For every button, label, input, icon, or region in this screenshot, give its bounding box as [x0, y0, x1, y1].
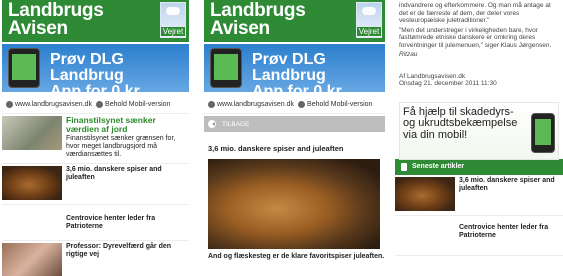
weather-label: Vejret: [357, 27, 381, 36]
list-item[interactable]: 3,6 mio. danskere spiser and juleaften: [395, 175, 563, 216]
ad-text: Prøv DLG Landbrug App for 0 kr.: [50, 51, 144, 100]
article-source: Ritzau: [399, 51, 418, 58]
cloud-icon: [362, 7, 376, 15]
back-button[interactable]: TILBAGE: [204, 116, 385, 132]
arrow-right-icon: [6, 101, 13, 108]
back-arrow-icon: [208, 120, 216, 128]
weather-button[interactable]: Vejret: [160, 2, 186, 38]
article-body: indvandrere og efterkommere. Og man må a…: [395, 0, 563, 59]
article-title: Centrovice henter leder fra Patrioterne: [459, 223, 549, 239]
screen-article-detail: Landbrugs Avisen Vejret Prøv DLG Landbrug…: [204, 0, 385, 276]
logo-line2: Avisen: [8, 18, 68, 39]
mobile-version-link[interactable]: Behold Mobil-version: [298, 101, 372, 108]
article-title: Professor: Dyrevelfærd går den rigtige v…: [66, 243, 172, 258]
article-headline: 3,6 mio. danskere spiser and juleaften: [208, 144, 344, 153]
ad-text: Få hjælp til skadedyrs- og ukrudtsbekæmp…: [403, 105, 518, 141]
ad-banner-pest[interactable]: Få hjælp til skadedyrs- og ukrudtsbekæmp…: [399, 101, 559, 160]
site-logo[interactable]: Landbrugs Avisen: [210, 1, 306, 38]
publish-date: Onsdag 21. december 2011 11:30: [399, 80, 497, 87]
article-meta: Af Landbrugsavisen.dk Onsdag 21. decembe…: [399, 73, 559, 88]
article-title: 3,6 mio. danskere spiser and juleaften: [459, 176, 555, 192]
arrow-right-icon: [208, 101, 215, 108]
site-link[interactable]: www.landbrugsavisen.dk: [208, 101, 294, 108]
article-thumbnail: [2, 116, 62, 150]
arrow-right-icon: [298, 101, 306, 108]
list-item[interactable]: Professor: Dyrevelfærd går den rigtige v…: [2, 241, 189, 276]
site-link[interactable]: www.landbrugsavisen.dk: [6, 101, 92, 108]
weather-button[interactable]: Vejret: [356, 2, 382, 38]
phone-icon: [531, 112, 555, 153]
byline: Af Landbrugsavisen.dk: [399, 72, 466, 80]
article-thumbnail: [2, 166, 62, 200]
article-title: 3,6 mio. danskere spiser and juleaften: [66, 166, 162, 181]
mobile-version-link[interactable]: Behold Mobil-version: [96, 101, 170, 108]
article-lead: And og flæskesteg er de klare favoritspi…: [208, 253, 385, 260]
article-title: Finanstilsynet sænker værdien af jord: [66, 115, 156, 134]
article-image: [208, 159, 380, 249]
header: Landbrugs Avisen Vejret: [2, 0, 189, 42]
screen-article-list: Landbrugs Avisen Vejret Prøv DLG Landbru…: [2, 0, 189, 276]
phone-icon: [8, 48, 40, 88]
document-icon: [401, 162, 407, 171]
list-item[interactable]: 3,6 mio. danskere spiser and juleaften: [2, 164, 189, 205]
arrow-right-icon: [96, 101, 104, 108]
ad-text: Prøv DLG Landbrug App for 0 kr.: [252, 51, 346, 100]
ad-banner[interactable]: Prøv DLG Landbrug App for 0 kr.: [2, 44, 189, 100]
back-label: TILBAGE: [222, 120, 250, 128]
article-title: Centrovice henter leder fra Patrioterne: [66, 215, 156, 230]
body-paragraph: "Men det understreger i virkeligheden ba…: [399, 26, 552, 49]
header: Landbrugs Avisen Vejret: [204, 0, 385, 42]
list-item[interactable]: Finanstilsynet sænker værdien af jord Fi…: [2, 114, 189, 164]
article-thumbnail: [2, 243, 62, 276]
list-item[interactable]: Centrovice henter leder fra Patrioterne: [2, 205, 189, 241]
latest-articles-header: Seneste artikler: [395, 158, 563, 175]
site-logo[interactable]: Landbrugs Avisen: [8, 1, 104, 39]
article-summary: Finanstilsynet sænker grænsen for, hvor …: [66, 135, 176, 158]
body-paragraph: indvandrere og efterkommere. Og man må a…: [399, 2, 551, 24]
screen-article-bottom: indvandrere og efterkommere. Og man må a…: [395, 0, 563, 276]
phone-icon: [210, 48, 242, 88]
ad-banner[interactable]: Prøv DLG Landbrug App for 0 kr.: [204, 44, 385, 100]
article-thumbnail: [395, 176, 455, 211]
list-item[interactable]: Centrovice henter leder fra Patrioterne: [395, 216, 563, 256]
latest-articles-label: Seneste artikler: [412, 163, 465, 170]
weather-label: Vejret: [161, 27, 185, 36]
cloud-icon: [166, 7, 180, 15]
